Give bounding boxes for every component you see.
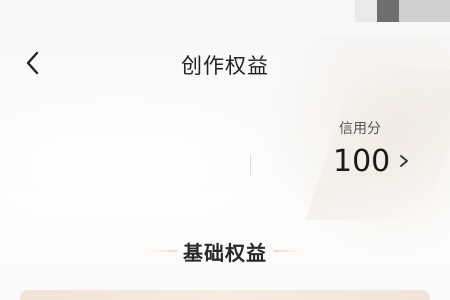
benefits-card (20, 290, 430, 300)
vertical-divider (250, 155, 251, 175)
navigation-header: 创作权益 (0, 40, 450, 86)
chevron-right-icon (400, 155, 408, 167)
screen: 创作权益 信用分 100 基础权益 (0, 0, 450, 300)
credit-score-value: 100 (333, 144, 391, 179)
thumbnail-block (377, 0, 399, 22)
section-header: 基础权益 (0, 236, 450, 266)
thumbnail-block (399, 0, 450, 22)
page-title: 创作权益 (181, 54, 269, 78)
section-title: 基础权益 (183, 240, 267, 265)
credit-score-entry[interactable]: 信用分 100 (333, 118, 433, 188)
section-divider-line (273, 250, 301, 252)
status-bar-thumbnail (355, 0, 450, 22)
credit-score-label: 信用分 (339, 121, 381, 137)
background-decoration (0, 80, 300, 260)
section-divider-line (149, 250, 177, 252)
thumbnail-block (355, 0, 377, 22)
